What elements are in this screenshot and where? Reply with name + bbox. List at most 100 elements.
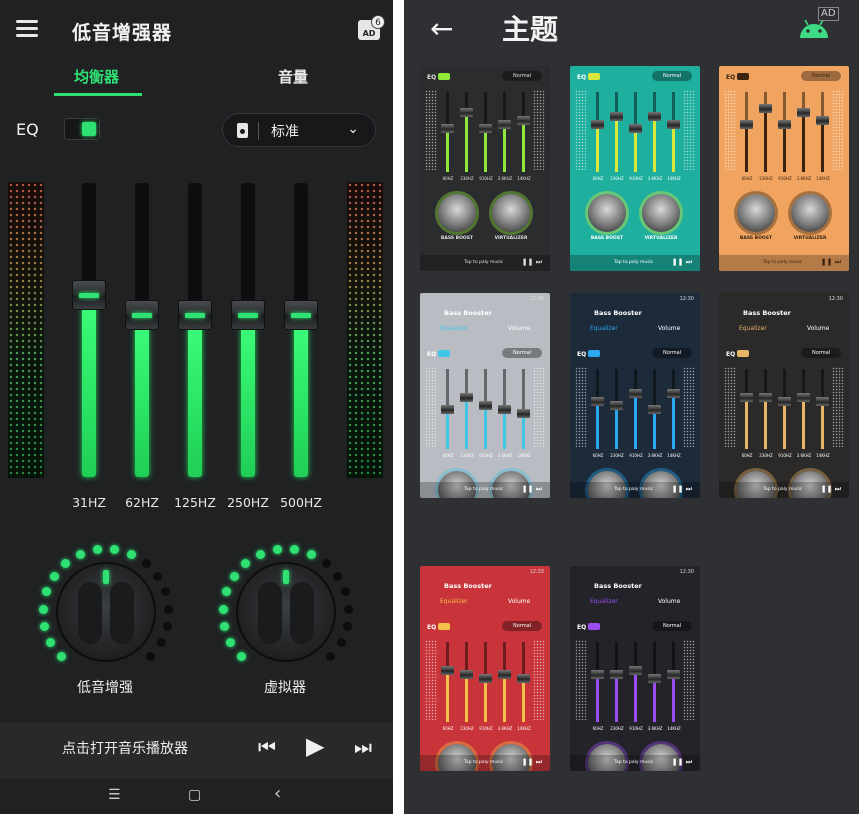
knob-label: 虚拟器	[264, 680, 306, 696]
theme-card[interactable]: EQ Normal 60HZ 230HZ 910HZ 3.6KHZ 14KHZ BASS BO…	[420, 66, 550, 271]
eq-slider-track[interactable]	[135, 183, 149, 477]
theme-slider-thumb	[740, 120, 753, 129]
eq-slider-thumb[interactable]	[231, 300, 265, 330]
theme-freq-label: 14KHZ	[517, 176, 531, 181]
play-icon[interactable]: ▶	[306, 732, 324, 760]
theme-slider-thumb	[498, 120, 511, 129]
preset-dropdown[interactable]: 标准 ⌄	[222, 113, 376, 147]
status-time: 12:30	[679, 569, 694, 575]
theme-slider-fill	[446, 670, 449, 722]
theme-slider	[629, 369, 642, 449]
theme-meter	[533, 640, 545, 720]
knob-level-dot	[306, 549, 316, 559]
theme-card[interactable]: EQ Normal 60HZ 230HZ 910HZ 3.6KHZ 14KHZ BASS BO…	[719, 66, 849, 271]
theme-slider-fill	[764, 108, 767, 172]
theme-slider-thumb	[648, 674, 661, 683]
theme-slider-thumb	[460, 108, 473, 117]
theme-freq-label: 60HZ	[741, 453, 753, 458]
theme-knob-label: VIRTUALIZER	[644, 236, 678, 241]
theme-slider-fill	[745, 124, 748, 172]
theme-card[interactable]: 12:30 Bass Booster Equalizer Volume EQ Normal…	[570, 566, 700, 771]
back-arrow-icon[interactable]: ←	[430, 12, 453, 45]
theme-slider-fill	[503, 409, 506, 449]
eq-slider-thumb[interactable]	[284, 300, 318, 330]
theme-slider-fill	[615, 116, 618, 172]
theme-slider	[629, 642, 642, 722]
theme-player-bar: Tap to paly music ❚❚ ⏭	[420, 255, 550, 271]
knob-level-dot	[49, 571, 59, 581]
player-prompt: 点击打开音乐播放器	[62, 741, 188, 757]
mini-player[interactable]: 点击打开音乐播放器 ⏮ ▶ ⏭	[0, 722, 393, 778]
back-icon[interactable]: ‹	[274, 783, 281, 804]
theme-eq-toggle	[588, 350, 600, 357]
tab-volume[interactable]: 音量	[278, 66, 308, 87]
theme-card[interactable]: 12:30 Bass Booster Equalizer Volume EQ Normal…	[420, 293, 550, 498]
eq-slider-fill	[135, 315, 149, 477]
eq-slider-track[interactable]	[188, 183, 202, 477]
tab-bar: 均衡器 音量	[0, 62, 393, 96]
eq-slider-track[interactable]	[82, 183, 96, 477]
ad-count-badge: 6	[371, 15, 385, 29]
theme-card[interactable]: 12:30 Bass Booster Equalizer Volume EQ Normal…	[570, 293, 700, 498]
theme-freq-label: 60HZ	[592, 176, 604, 181]
theme-slider	[498, 369, 511, 449]
recents-icon[interactable]: ☰	[108, 787, 121, 803]
theme-header-title: Bass Booster	[444, 309, 492, 317]
top-app-bar: 低音增强器 AD 6	[0, 0, 393, 60]
theme-slider-thumb	[498, 670, 511, 679]
tab-equalizer[interactable]: 均衡器	[74, 66, 119, 87]
theme-slider-fill	[484, 678, 487, 722]
theme-tab-volume: Volume	[508, 598, 531, 605]
knob-level-dot	[336, 638, 346, 648]
theme-slider-thumb	[610, 112, 623, 121]
app-title: 低音增强器	[72, 22, 173, 44]
knob-level-dot	[326, 652, 336, 662]
eq-slider-track[interactable]	[294, 183, 308, 477]
band-label: 31HZ	[72, 495, 106, 510]
theme-slider-thumb	[797, 108, 810, 117]
theme-slider-fill	[672, 393, 675, 449]
theme-slider-thumb	[441, 124, 454, 133]
theme-slider	[740, 92, 753, 172]
theme-slider-thumb	[797, 393, 810, 402]
theme-knob	[737, 194, 775, 232]
theme-slider-thumb	[667, 670, 680, 679]
theme-freq-label: 14KHZ	[816, 176, 830, 181]
theme-slider-fill	[465, 397, 468, 449]
theme-knob-label: BASS BOOST	[739, 236, 773, 241]
eq-slider-thumb[interactable]	[125, 300, 159, 330]
theme-eq-toggle	[737, 73, 749, 80]
theme-meter	[533, 367, 545, 447]
theme-card[interactable]: 12:33 Bass Booster Equalizer Volume EQ Normal…	[420, 566, 550, 771]
eq-slider-thumb[interactable]	[72, 280, 106, 310]
eq-toggle-switch[interactable]	[64, 118, 100, 140]
theme-slider	[648, 642, 661, 722]
theme-freq-label: 910HZ	[778, 453, 792, 458]
home-icon[interactable]: ▢	[188, 787, 201, 803]
next-icon[interactable]: ⏭	[354, 735, 372, 759]
knob-control[interactable]	[36, 540, 176, 680]
theme-slider-fill	[484, 128, 487, 172]
theme-eq-toggle	[438, 73, 450, 80]
eq-slider-thumb[interactable]	[178, 300, 212, 330]
eq-slider-track[interactable]	[241, 183, 255, 477]
theme-player-controls-icon: ❚❚ ⏭	[521, 485, 542, 493]
previous-icon[interactable]: ⏮	[258, 735, 276, 759]
knob-control[interactable]	[216, 540, 356, 680]
band-label: 62HZ	[125, 495, 159, 510]
theme-card[interactable]: EQ Normal 60HZ 230HZ 910HZ 3.6KHZ 14KHZ BASS BO…	[570, 66, 700, 271]
theme-tab-volume: Volume	[658, 325, 681, 332]
menu-icon[interactable]	[16, 20, 38, 38]
knob-level-dot	[226, 638, 236, 648]
theme-slider-thumb	[629, 389, 642, 398]
theme-slider-fill	[783, 401, 786, 449]
theme-card[interactable]: 12:30 Bass Booster Equalizer Volume EQ Normal…	[719, 293, 849, 498]
theme-slider	[591, 92, 604, 172]
theme-player-controls-icon: ❚❚ ⏭	[671, 758, 692, 766]
theme-knob-label: BASS BOOST	[440, 236, 474, 241]
knob-level-dot	[61, 559, 71, 569]
theme-slider-thumb	[816, 116, 829, 125]
theme-slider	[667, 92, 680, 172]
theme-slider	[517, 369, 530, 449]
theme-player-text: Tap to paly music	[464, 260, 504, 265]
